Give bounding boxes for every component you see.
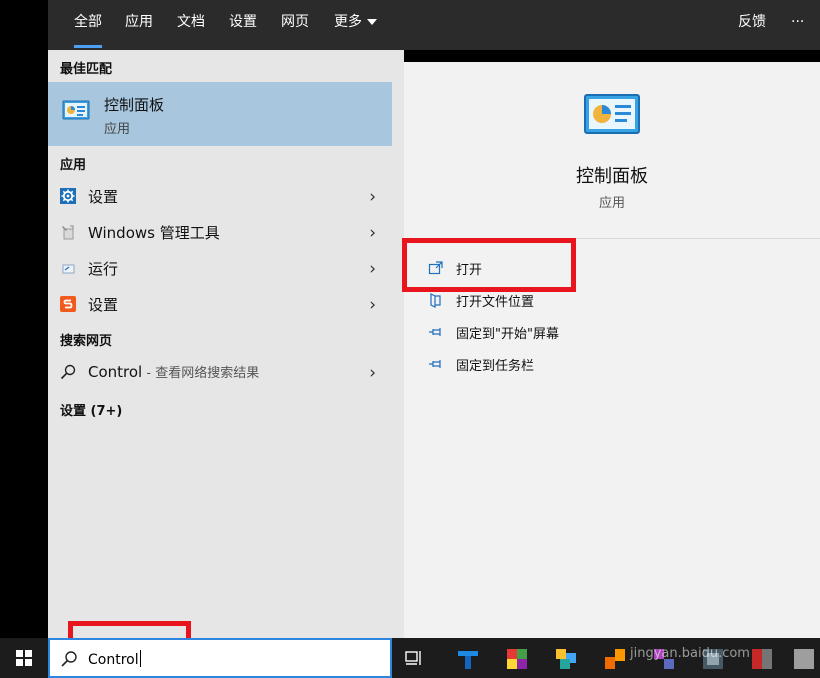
more-options-button[interactable]: ··· bbox=[791, 0, 804, 50]
action-pin-start-label: 固定到"开始"屏幕 bbox=[456, 327, 559, 342]
best-match-heading: 最佳匹配 bbox=[60, 62, 113, 77]
feedback-button[interactable]: 反馈 bbox=[738, 0, 766, 50]
search-input[interactable]: Control bbox=[88, 650, 141, 668]
tab-documents-label: 文档 bbox=[177, 14, 205, 30]
gear-icon bbox=[60, 188, 76, 204]
feedback-label: 反馈 bbox=[738, 14, 766, 30]
tab-documents[interactable]: 文档 bbox=[177, 0, 205, 50]
watermark-text: jingyan.baidu.com bbox=[630, 646, 750, 661]
tab-all[interactable]: 全部 bbox=[74, 0, 102, 50]
best-match-subtitle: 应用 bbox=[104, 122, 131, 137]
tab-web[interactable]: 网页 bbox=[281, 0, 309, 50]
chevron-right-icon[interactable]: › bbox=[369, 259, 376, 279]
app-item-sogou-settings[interactable]: 设置 › bbox=[48, 287, 392, 321]
preview-subtitle: 应用 bbox=[598, 196, 625, 211]
action-pin-taskbar-label: 固定到任务栏 bbox=[456, 359, 535, 374]
app-icon-1[interactable] bbox=[456, 647, 480, 671]
sogou-settings-icon bbox=[60, 296, 76, 312]
app-item-run-label: 运行 bbox=[88, 260, 119, 278]
action-open-file-location-label: 打开文件位置 bbox=[456, 295, 535, 310]
chevron-right-icon[interactable]: › bbox=[369, 363, 376, 383]
control-panel-icon bbox=[584, 94, 640, 134]
pin-icon bbox=[429, 360, 441, 368]
pin-icon bbox=[429, 328, 441, 336]
task-view-icon[interactable] bbox=[404, 648, 424, 668]
app-item-run[interactable]: 运行 › bbox=[48, 251, 392, 285]
settings-more-link[interactable]: 设置 (7+) bbox=[60, 400, 122, 419]
chevron-right-icon[interactable]: › bbox=[369, 295, 376, 315]
tab-more[interactable]: 更多 bbox=[334, 0, 377, 50]
tab-web-label: 网页 bbox=[281, 14, 309, 30]
apps-heading: 应用 bbox=[60, 158, 87, 173]
app-item-settings[interactable]: 设置 › bbox=[48, 179, 392, 213]
search-category-bar: 全部 应用 文档 设置 网页 更多 反馈 ··· bbox=[48, 0, 820, 50]
desktop-left-strip bbox=[0, 0, 48, 638]
search-icon bbox=[60, 364, 76, 380]
file-location-icon bbox=[430, 293, 441, 308]
app-item-admin-tools-label: Windows 管理工具 bbox=[88, 224, 220, 242]
best-match-item[interactable]: 控制面板 应用 bbox=[48, 82, 392, 146]
action-open-file-location[interactable]: 打开文件位置 bbox=[428, 289, 728, 311]
chevron-right-icon[interactable]: › bbox=[369, 187, 376, 207]
web-search-item[interactable]: Control - 查看网络搜索结果 › bbox=[48, 355, 392, 389]
app-icon-8[interactable] bbox=[792, 647, 816, 671]
app-item-settings-label: 设置 bbox=[88, 188, 119, 206]
search-input-value: Control bbox=[88, 652, 139, 668]
text-caret bbox=[139, 650, 141, 667]
tab-all-label: 全部 bbox=[74, 14, 102, 30]
action-pin-start[interactable]: 固定到"开始"屏幕 bbox=[428, 321, 728, 343]
web-search-suffix: - 查看网络搜索结果 bbox=[142, 366, 260, 381]
run-icon bbox=[62, 264, 75, 274]
tab-apps-label: 应用 bbox=[125, 14, 153, 30]
web-search-label: Control - 查看网络搜索结果 bbox=[88, 362, 259, 381]
more-options-icon: ··· bbox=[791, 14, 805, 30]
control-panel-icon bbox=[62, 100, 90, 120]
tab-settings[interactable]: 设置 bbox=[229, 0, 257, 50]
chevron-down-icon bbox=[367, 19, 377, 25]
results-panel: 最佳匹配 控制面板 应用 应用 设置 › Windows 管理工具 › 运行 ›… bbox=[48, 50, 404, 638]
preview-title: 控制面板 bbox=[576, 166, 648, 187]
app-icon-4[interactable] bbox=[603, 647, 627, 671]
preview-panel: 控制面板 应用 打开 打开文件位置 固定到"开始"屏幕 固定到任务栏 bbox=[404, 62, 820, 638]
app-item-sogou-settings-label: 设置 bbox=[88, 296, 119, 314]
tab-apps[interactable]: 应用 bbox=[125, 0, 153, 50]
app-icon-7[interactable] bbox=[750, 647, 774, 671]
app-icon-2[interactable] bbox=[505, 647, 529, 671]
tab-settings-label: 设置 bbox=[229, 14, 257, 30]
app-item-admin-tools[interactable]: Windows 管理工具 › bbox=[48, 215, 392, 249]
windows-start-icon[interactable] bbox=[0, 638, 48, 678]
taskbar-search-box[interactable]: Control bbox=[48, 638, 392, 678]
tab-more-label: 更多 bbox=[334, 14, 362, 30]
taskbar: Control jingyan.baidu.com bbox=[0, 638, 820, 678]
app-icon-3[interactable] bbox=[554, 647, 578, 671]
action-pin-taskbar[interactable]: 固定到任务栏 bbox=[428, 353, 728, 375]
search-icon bbox=[61, 651, 77, 667]
web-search-query: Control bbox=[88, 363, 143, 381]
annotation-box-open bbox=[402, 238, 576, 292]
chevron-right-icon[interactable]: › bbox=[369, 223, 376, 243]
best-match-title: 控制面板 bbox=[104, 96, 165, 114]
admin-tools-icon bbox=[62, 225, 74, 240]
web-search-heading: 搜索网页 bbox=[60, 334, 113, 349]
